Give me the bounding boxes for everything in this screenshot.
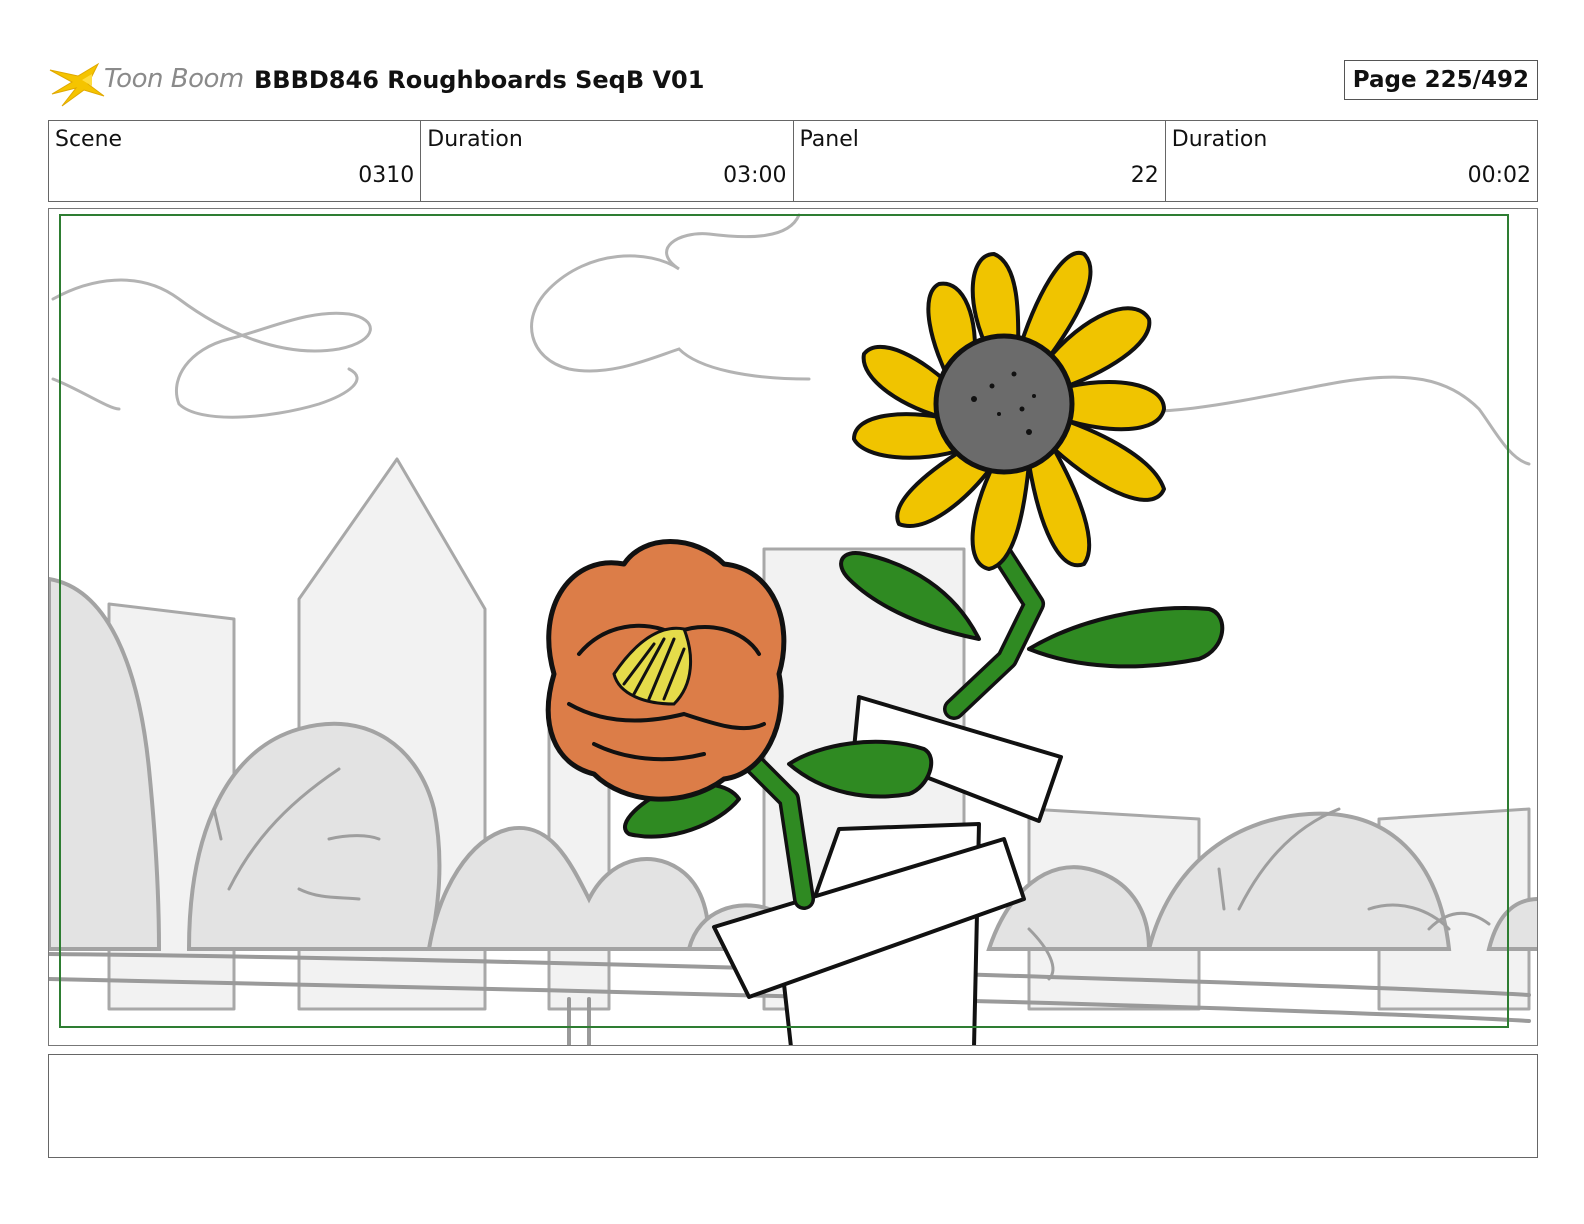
toon-boom-logo: Toon Boom <box>48 54 244 108</box>
scene-value: 0310 <box>358 163 415 188</box>
star-burst-icon <box>49 62 105 107</box>
panel-duration-label: Duration <box>1171 127 1268 152</box>
panel-cell: Panel 22 <box>794 121 1166 201</box>
scene-duration-label: Duration <box>427 127 523 152</box>
panel-duration-value: 00:02 <box>1467 163 1531 188</box>
logo-text: Toon Boom <box>104 64 244 94</box>
panel-drawing <box>49 213 1537 1045</box>
panel-info-row: Scene 0310 Duration 03:00 Panel 22 Durat… <box>48 120 1538 202</box>
document-title: BBBD846 Roughboards SeqB V01 <box>254 66 705 94</box>
sunflower <box>852 250 1166 571</box>
scene-cell: Scene 0310 <box>49 121 422 201</box>
header: Toon Boom BBBD846 Roughboards SeqB V01 P… <box>48 54 1538 108</box>
panel-notes-box <box>48 1054 1538 1158</box>
scene-duration-cell: Duration 03:00 <box>421 121 794 201</box>
scene-duration-value: 03:00 <box>723 163 787 188</box>
scene-label: Scene <box>55 127 123 152</box>
storyboard-panel <box>48 208 1538 1046</box>
panel-label: Panel <box>799 127 859 152</box>
page-indicator: Page 225/492 <box>1343 60 1538 100</box>
cloud-sketch <box>51 213 1531 466</box>
poppy-flower <box>545 539 787 802</box>
panel-duration-cell: Duration 00:02 <box>1166 121 1537 201</box>
panel-value: 22 <box>1130 163 1159 188</box>
